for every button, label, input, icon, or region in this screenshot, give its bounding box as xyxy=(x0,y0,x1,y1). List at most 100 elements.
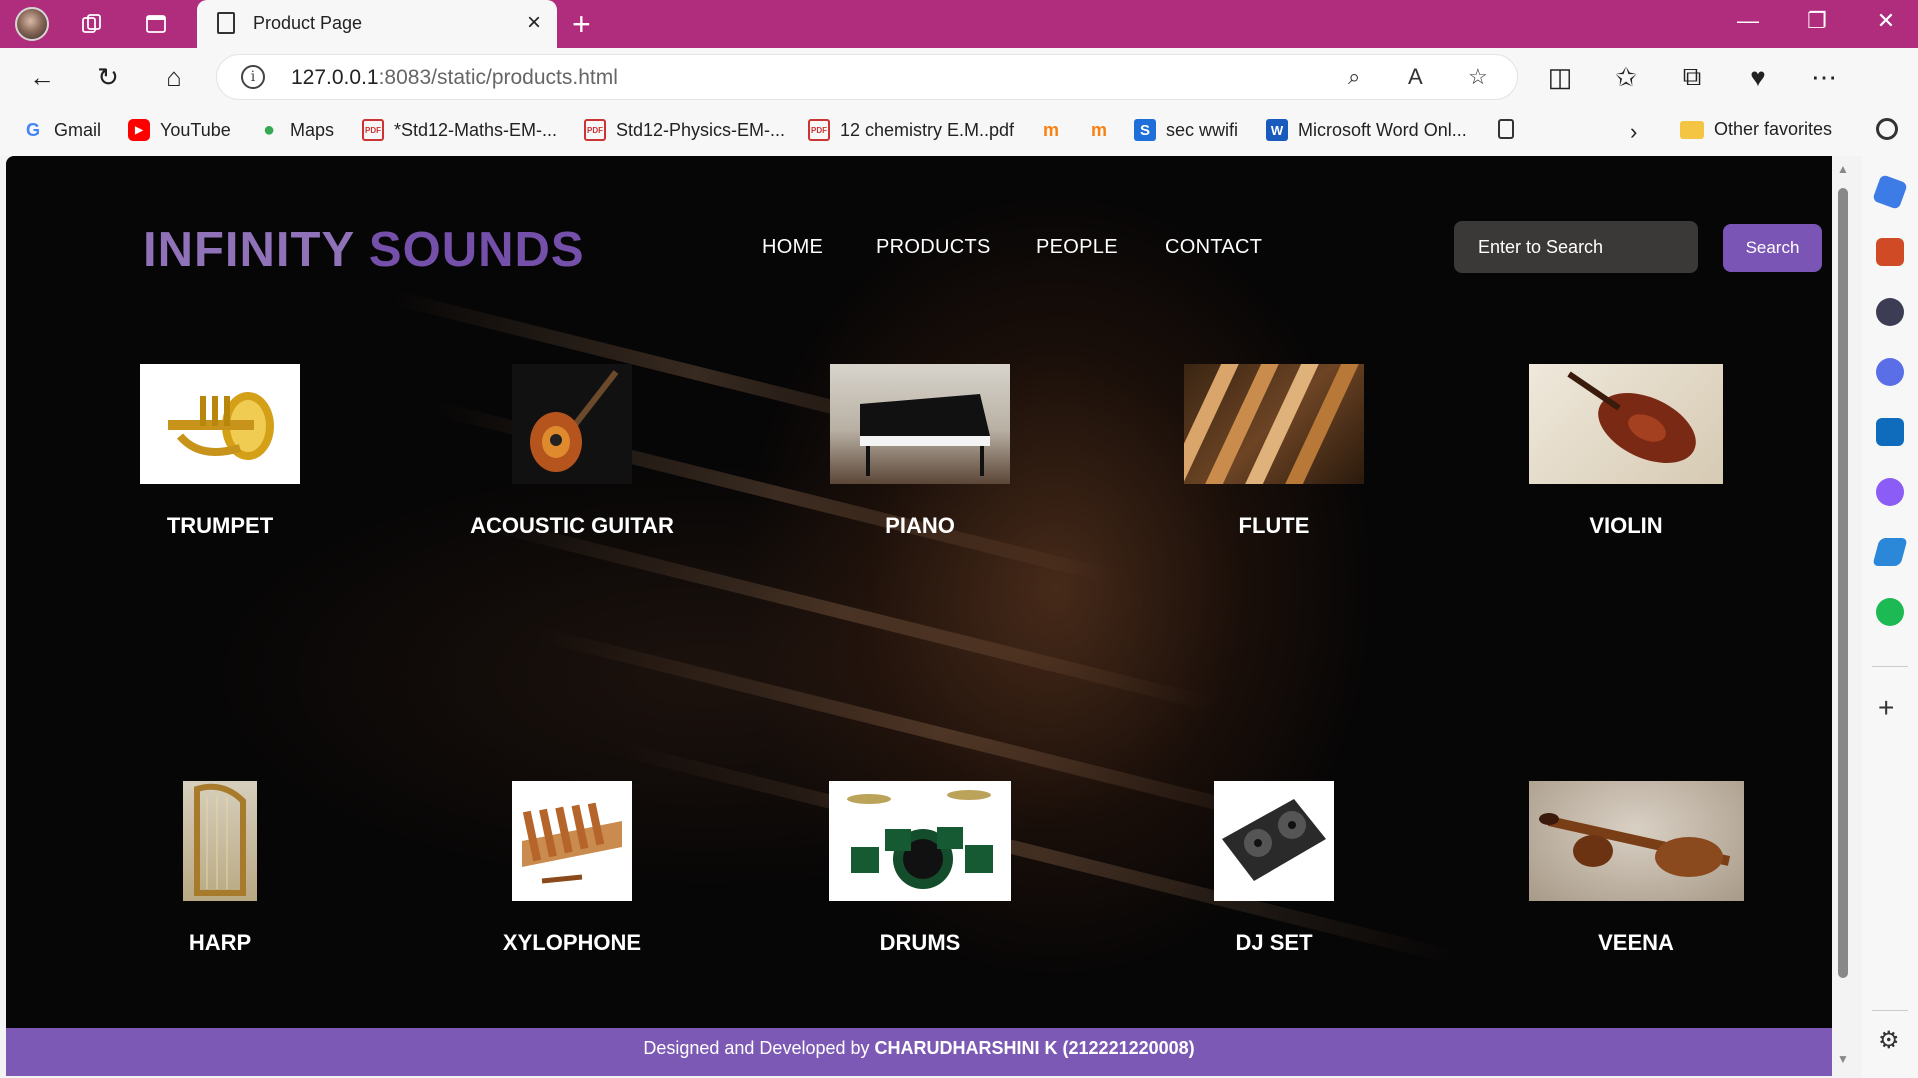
favorite-sec-wifi[interactable]: S sec wwifi xyxy=(1134,119,1238,141)
favorite-maps[interactable]: ● Maps xyxy=(258,119,334,141)
outlook-icon[interactable] xyxy=(1876,418,1904,446)
favorite-label: sec wwifi xyxy=(1166,119,1239,140)
page-icon xyxy=(217,12,235,34)
favorites-icon[interactable]: ✩ xyxy=(1608,60,1644,94)
product-name: PIANO xyxy=(885,513,955,538)
product-name: TRUMPET xyxy=(166,513,274,538)
moodle-icon: m xyxy=(1042,119,1059,140)
harp-image[interactable] xyxy=(183,781,257,901)
browser-essentials-icon[interactable]: ♥ xyxy=(1740,60,1776,94)
navigation-bar: ← ↻ ⌂ i 127.0.0.1:8083/static/products.h… xyxy=(0,48,1918,106)
spotify-icon[interactable] xyxy=(1876,598,1904,626)
active-tab[interactable]: Product Page × xyxy=(197,0,557,48)
favorite-physics-pdf[interactable]: PDF Std12-Physics-EM-... xyxy=(584,119,785,141)
close-tab-icon[interactable]: × xyxy=(527,9,541,37)
favorite-moodle-2[interactable]: m xyxy=(1088,119,1110,141)
shopping-tag-icon[interactable] xyxy=(1872,174,1908,210)
site-logo[interactable]: INFINITY SOUNDS xyxy=(143,222,585,278)
product-card-harp[interactable]: HARP xyxy=(100,781,340,956)
restore-icon[interactable]: ❐ xyxy=(1797,8,1837,34)
xylophone-image[interactable] xyxy=(512,781,632,901)
favorite-maths-pdf[interactable]: PDF *Std12-Maths-EM-... xyxy=(362,119,557,141)
favorite-moodle-1[interactable]: m xyxy=(1040,119,1062,141)
favorite-word-online[interactable]: W Microsoft Word Onl... xyxy=(1266,119,1467,141)
page-viewport: INFINITY SOUNDS HOME PRODUCTS PEOPLE CON… xyxy=(6,156,1832,1076)
favorite-label: Std12-Physics-EM-... xyxy=(616,119,786,140)
favorite-gmail[interactable]: G Gmail xyxy=(22,119,101,141)
minimize-icon[interactable]: — xyxy=(1728,8,1768,34)
favorite-label: *Std12-Maths-EM-... xyxy=(394,119,558,140)
scroll-up-icon[interactable]: ▲ xyxy=(1837,162,1849,176)
page-icon xyxy=(1498,119,1514,139)
collections-icon[interactable]: ⧉ xyxy=(1674,60,1710,94)
product-name: HARP xyxy=(188,930,252,955)
favorite-label: Gmail xyxy=(54,119,102,140)
nav-home[interactable]: HOME xyxy=(762,236,823,259)
games-icon[interactable] xyxy=(1876,298,1904,326)
scrollbar-thumb[interactable] xyxy=(1838,188,1848,978)
add-sidebar-app-icon[interactable]: + xyxy=(1878,692,1894,724)
product-name: XYLOPHONE xyxy=(502,930,642,955)
back-icon[interactable]: ← xyxy=(24,60,60,94)
moodle-icon: m xyxy=(1090,119,1107,140)
product-card-violin[interactable]: VIOLIN xyxy=(1506,364,1746,539)
product-card-xylophone[interactable]: XYLOPHONE xyxy=(452,781,692,956)
veena-image[interactable] xyxy=(1528,781,1744,901)
search-input[interactable] xyxy=(1454,221,1698,273)
folder-icon xyxy=(1680,120,1704,139)
trumpet-image[interactable] xyxy=(140,364,300,484)
more-menu-icon[interactable]: ⋯ xyxy=(1806,60,1842,94)
footer-prefix: Designed and Developed by xyxy=(643,1038,870,1058)
product-card-drums[interactable]: DRUMS xyxy=(800,781,1040,956)
search-button[interactable]: Search xyxy=(1723,224,1822,272)
nav-people[interactable]: PEOPLE xyxy=(1036,236,1118,259)
product-card-flute[interactable]: FLUTE xyxy=(1154,364,1394,539)
favorites-overflow-icon[interactable]: › xyxy=(1630,119,1637,145)
split-screen-icon[interactable]: ◫ xyxy=(1542,60,1578,94)
pdf-icon: PDF xyxy=(808,119,830,141)
violin-image[interactable] xyxy=(1529,364,1723,484)
dj-set-image[interactable] xyxy=(1214,781,1334,901)
page-footer: Designed and Developed by CHARUDHARSHINI… xyxy=(6,1028,1832,1076)
new-tab-button[interactable]: + xyxy=(572,6,591,43)
profile-avatar[interactable] xyxy=(15,7,49,41)
flute-image[interactable] xyxy=(1184,364,1364,484)
drums-image[interactable] xyxy=(829,781,1011,901)
product-card-piano[interactable]: PIANO xyxy=(800,364,1040,539)
workspaces-icon[interactable] xyxy=(78,10,106,38)
nav-contact[interactable]: CONTACT xyxy=(1165,236,1262,259)
refresh-icon[interactable]: ↻ xyxy=(90,60,126,94)
url-path: :8083/static/products.html xyxy=(378,66,618,89)
send-icon[interactable] xyxy=(1872,538,1908,566)
zoom-icon[interactable]: ⌕ xyxy=(1348,64,1360,90)
url-text[interactable]: 127.0.0.1:8083/static/products.html xyxy=(291,66,618,90)
favorite-youtube[interactable]: ▶ YouTube xyxy=(128,119,231,141)
favorite-page[interactable] xyxy=(1498,119,1514,139)
address-bar[interactable]: i 127.0.0.1:8083/static/products.html ⌕ … xyxy=(216,54,1518,100)
favorite-chemistry-pdf[interactable]: PDF 12 chemistry E.M..pdf xyxy=(808,119,1014,141)
acoustic-guitar-image[interactable] xyxy=(512,364,632,484)
piano-image[interactable] xyxy=(830,364,1010,484)
close-window-icon[interactable]: ✕ xyxy=(1866,8,1906,34)
search-icon[interactable] xyxy=(1876,118,1898,140)
favorite-label: 12 chemistry E.M..pdf xyxy=(840,119,1015,140)
google-icon: G xyxy=(25,119,40,140)
scroll-down-icon[interactable]: ▼ xyxy=(1837,1052,1849,1066)
tools-icon[interactable] xyxy=(1876,238,1904,266)
other-favorites[interactable]: Other favorites xyxy=(1680,119,1832,140)
home-icon[interactable]: ⌂ xyxy=(156,60,192,94)
tab-actions-icon[interactable] xyxy=(142,10,170,38)
favorite-star-icon[interactable]: ☆ xyxy=(1468,64,1488,90)
microsoft365-icon[interactable] xyxy=(1876,358,1904,386)
nav-products[interactable]: PRODUCTS xyxy=(876,236,991,259)
product-card-acoustic-guitar[interactable]: ACOUSTIC GUITAR xyxy=(452,364,692,539)
read-aloud-icon[interactable]: A xyxy=(1408,64,1423,90)
s-app-icon: S xyxy=(1134,119,1156,141)
product-card-dj-set[interactable]: DJ SET xyxy=(1154,781,1394,956)
settings-gear-icon[interactable]: ⚙ xyxy=(1878,1026,1900,1055)
designer-icon[interactable] xyxy=(1876,478,1904,506)
product-card-veena[interactable]: VEENA xyxy=(1516,781,1756,956)
product-card-trumpet[interactable]: TRUMPET xyxy=(100,364,340,539)
site-info-icon[interactable]: i xyxy=(241,65,265,89)
page-scrollbar[interactable]: ▲ ▼ xyxy=(1832,156,1854,1076)
